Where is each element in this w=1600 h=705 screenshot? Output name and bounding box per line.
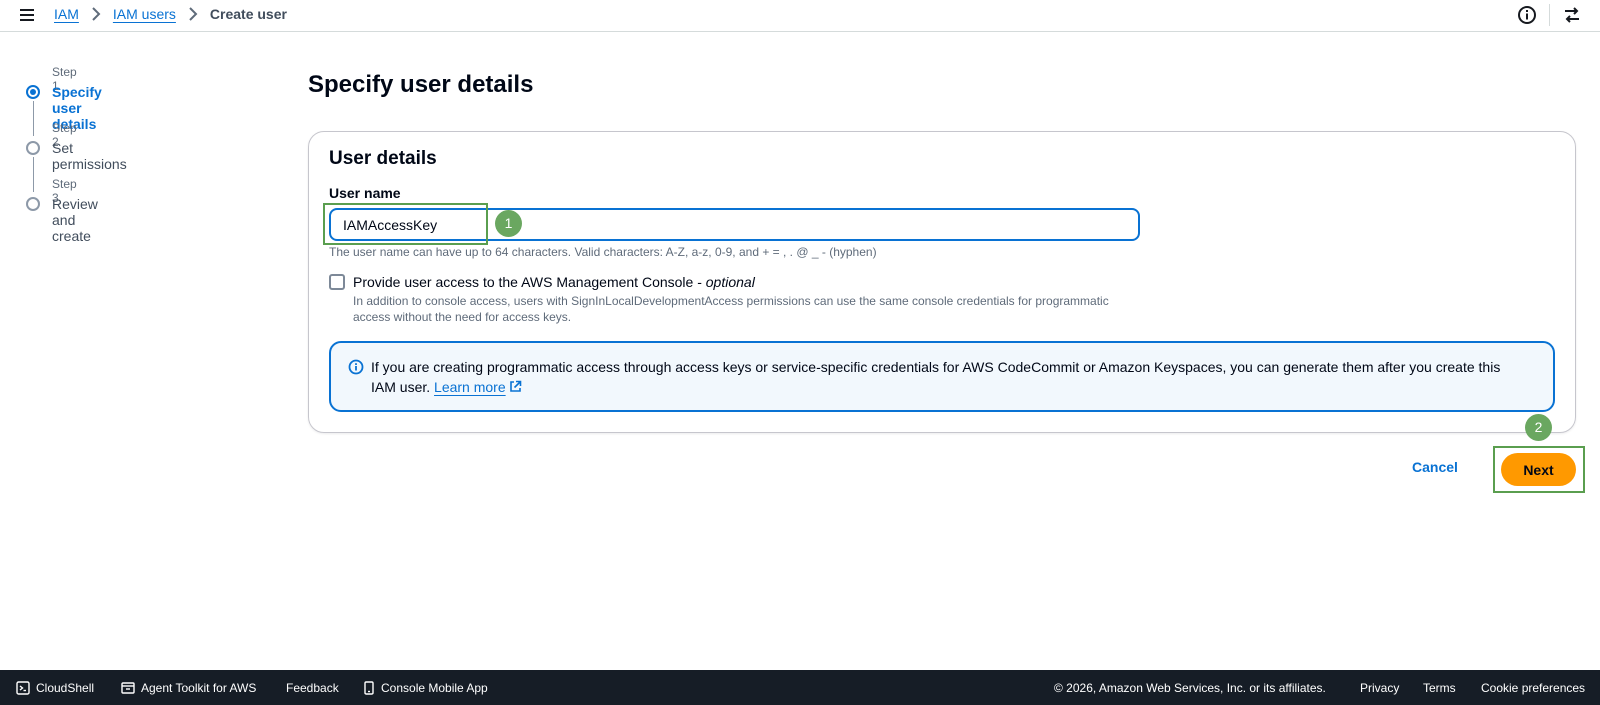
- top-navigation-bar: IAM IAM users Create user: [0, 0, 1600, 32]
- hamburger-menu-icon[interactable]: [18, 6, 36, 24]
- info-alert-text: If you are creating programmatic access …: [371, 357, 1521, 397]
- username-label: User name: [329, 185, 401, 201]
- console-access-label[interactable]: Provide user access to the AWS Managemen…: [353, 274, 755, 290]
- optional-tag: optional: [705, 274, 755, 290]
- agent-toolkit-label: Agent Toolkit for AWS: [141, 681, 257, 695]
- mobile-app-label: Console Mobile App: [381, 681, 488, 695]
- chevron-right-icon: [188, 7, 198, 21]
- console-access-label-text: Provide user access to the AWS Managemen…: [353, 274, 706, 290]
- terminal-icon: [16, 681, 30, 695]
- chevron-right-icon: [91, 7, 101, 21]
- step-1-indicator-icon: [26, 85, 40, 99]
- learn-more-label: Learn more: [434, 379, 506, 395]
- annotation-marker-2: 2: [1525, 414, 1552, 441]
- feedback-link[interactable]: Feedback: [286, 681, 339, 695]
- breadcrumb: IAM IAM users Create user: [54, 6, 287, 22]
- cancel-button[interactable]: Cancel: [1412, 459, 1458, 475]
- step-2-indicator-icon: [26, 141, 40, 155]
- step-3-title: Review and create: [52, 196, 98, 244]
- mobile-app-link[interactable]: Console Mobile App: [363, 681, 488, 695]
- cloudshell-label: CloudShell: [36, 681, 95, 695]
- copyright: © 2026, Amazon Web Services, Inc. or its…: [1054, 681, 1326, 695]
- page-title: Specify user details: [308, 71, 534, 98]
- learn-more-link[interactable]: Learn more: [434, 379, 522, 395]
- annotation-highlight-username: [323, 203, 488, 245]
- cloudshell-link[interactable]: CloudShell: [16, 681, 94, 695]
- footer: CloudShell Agent Toolkit for AWS Feedbac…: [0, 670, 1600, 705]
- annotation-highlight-next: [1493, 446, 1585, 493]
- breadcrumb-iam-users[interactable]: IAM users: [113, 6, 176, 22]
- step-2-title: Set permissions: [52, 140, 127, 172]
- mobile-icon: [364, 681, 374, 695]
- agent-toolkit-link[interactable]: Agent Toolkit for AWS: [121, 681, 256, 695]
- terms-link[interactable]: Terms: [1423, 681, 1456, 695]
- username-hint: The user name can have up to 64 characte…: [329, 245, 877, 259]
- step-connector: [33, 101, 34, 136]
- panel-title: User details: [329, 148, 437, 169]
- split-panel-icon[interactable]: [1562, 5, 1582, 25]
- info-icon: [348, 359, 364, 375]
- toolkit-icon: [121, 682, 135, 694]
- info-alert-message: If you are creating programmatic access …: [371, 359, 1501, 395]
- step-connector: [33, 157, 34, 192]
- breadcrumb-current: Create user: [209, 6, 287, 22]
- breadcrumb-iam[interactable]: IAM: [54, 6, 79, 22]
- console-access-description: In addition to console access, users wit…: [353, 294, 1109, 324]
- console-access-checkbox[interactable]: [329, 274, 345, 290]
- external-link-icon: [509, 380, 521, 392]
- info-icon[interactable]: [1517, 5, 1537, 25]
- top-divider: [1549, 4, 1550, 26]
- cookie-preferences-link[interactable]: Cookie preferences: [1481, 681, 1585, 695]
- annotation-marker-1: 1: [495, 210, 522, 237]
- privacy-link[interactable]: Privacy: [1360, 681, 1399, 695]
- step-3-indicator-icon: [26, 197, 40, 211]
